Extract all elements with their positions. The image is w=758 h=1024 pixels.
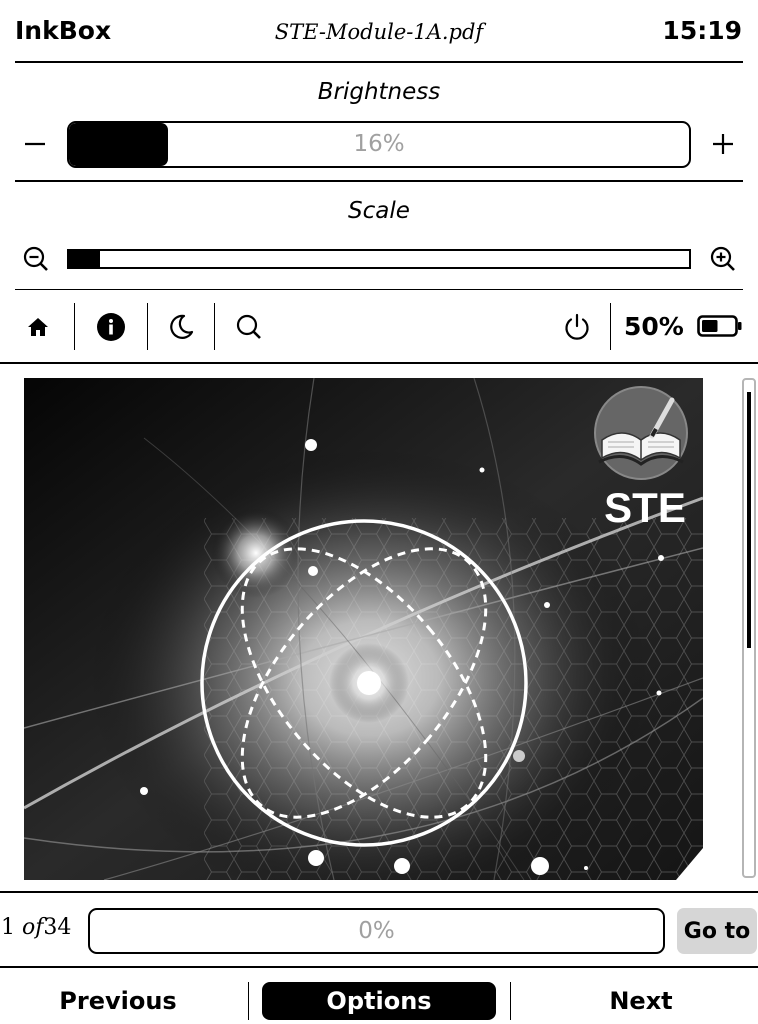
- brightness-decrease-button[interactable]: [15, 124, 55, 164]
- battery-icon: [697, 315, 743, 341]
- search-icon: [236, 314, 261, 339]
- of-label: of: [22, 915, 44, 940]
- info-icon: [97, 313, 125, 341]
- battery-percentage: 50%: [624, 312, 684, 341]
- zoom-in-button[interactable]: [703, 239, 743, 279]
- previous-button[interactable]: Previous: [0, 982, 236, 1020]
- scrollbar-thumb[interactable]: [747, 392, 751, 648]
- reading-progress-value: 0%: [358, 918, 395, 944]
- plus-icon: [713, 134, 733, 154]
- page-counter: 1 of34: [1, 915, 71, 940]
- toolbar-bottom-divider: [0, 362, 758, 364]
- nav-divider: [0, 966, 758, 968]
- power-button[interactable]: [553, 303, 601, 351]
- zoom-in-icon: [710, 246, 735, 271]
- total-pages: 34: [43, 915, 72, 940]
- home-button[interactable]: [14, 303, 62, 351]
- toolbar-separator: [214, 303, 215, 350]
- current-page: 1: [1, 915, 15, 940]
- divider: [15, 289, 743, 290]
- brightness-label: Brightness: [317, 79, 441, 105]
- options-button[interactable]: Options: [262, 982, 496, 1020]
- toolbar-separator: [74, 303, 75, 350]
- reading-progress-slider[interactable]: 0%: [88, 908, 665, 954]
- nav-separator: [510, 982, 511, 1020]
- page-cover-illustration: STE: [24, 378, 703, 880]
- nav-separator: [248, 982, 249, 1020]
- footer-top-divider: [0, 891, 758, 893]
- info-button[interactable]: [87, 303, 135, 351]
- minus-icon: [25, 142, 45, 146]
- scale-slider[interactable]: [67, 249, 691, 269]
- divider: [15, 61, 743, 63]
- night-mode-icon: [170, 314, 194, 339]
- page-logo-text: STE: [604, 484, 686, 531]
- toolbar-separator: [147, 303, 148, 350]
- toolbar-separator: [610, 303, 611, 350]
- home-icon: [28, 318, 48, 336]
- brightness-slider[interactable]: 16%: [67, 121, 691, 168]
- next-button[interactable]: Next: [524, 982, 758, 1020]
- zoom-out-icon: [23, 246, 48, 271]
- divider: [15, 180, 743, 182]
- zoom-out-button[interactable]: [16, 239, 56, 279]
- night-mode-button[interactable]: [157, 303, 205, 351]
- document-page[interactable]: STE: [24, 378, 703, 880]
- go-to-button[interactable]: Go to: [677, 908, 757, 954]
- scale-label: Scale: [348, 198, 410, 224]
- search-button[interactable]: [225, 303, 273, 351]
- page-scrollbar[interactable]: [742, 378, 756, 878]
- power-icon: [565, 313, 589, 340]
- scale-fill: [69, 251, 100, 267]
- clock: 15:19: [662, 16, 742, 45]
- brightness-increase-button[interactable]: [703, 124, 743, 164]
- brightness-value: 16%: [353, 131, 405, 157]
- document-title: STE-Module-1A.pdf: [274, 20, 484, 44]
